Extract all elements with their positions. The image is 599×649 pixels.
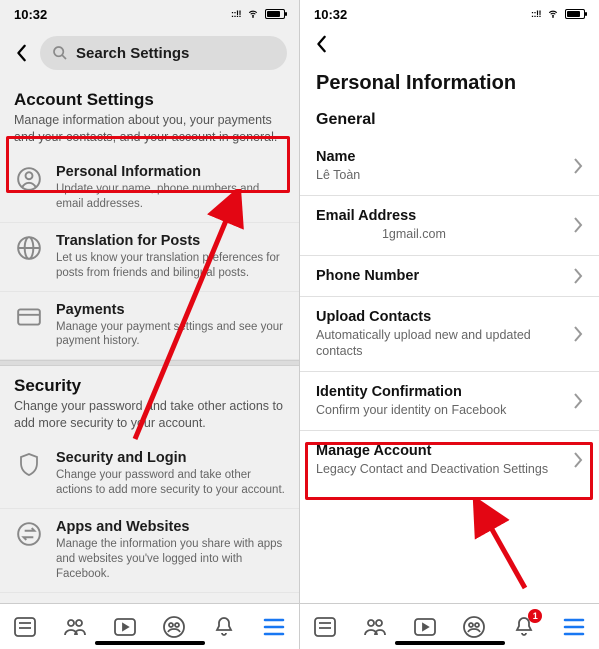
row-name[interactable]: NameLê Toàn — [300, 137, 599, 196]
item-personal-information[interactable]: Personal Information Update your name, p… — [0, 154, 299, 223]
nav-row: Search Settings — [0, 28, 299, 80]
notification-badge: 1 — [528, 609, 542, 623]
page-title: Personal Information — [300, 62, 599, 101]
tab-menu[interactable] — [554, 611, 594, 643]
item-desc: Let us know your translation preferences… — [56, 251, 285, 281]
tab-notifications[interactable] — [204, 611, 244, 643]
left-screenshot: 10:32 ::!! Search Settings Account Setti… — [0, 0, 299, 649]
item-desc: Manage your payment settings and see you… — [56, 320, 285, 350]
row-upload-contacts[interactable]: Upload ContactsAutomatically upload new … — [300, 297, 599, 373]
item-security-login[interactable]: Security and Login Change your password … — [0, 440, 299, 509]
item-title: Apps and Websites — [56, 519, 285, 535]
status-time: 10:32 — [14, 7, 47, 22]
signal-label: ::!! — [531, 9, 541, 19]
home-indicator — [395, 641, 505, 645]
tab-watch[interactable] — [405, 611, 445, 643]
back-button[interactable] — [12, 43, 32, 63]
right-screenshot: 10:32 ::!! Personal Information General … — [300, 0, 599, 649]
tab-friends[interactable] — [355, 611, 395, 643]
section-security: Security Change your password and take o… — [0, 366, 299, 440]
search-icon — [52, 45, 68, 61]
chevron-left-icon — [315, 35, 329, 53]
swap-icon — [14, 519, 44, 549]
chevron-right-icon — [573, 393, 583, 409]
signal-label: ::!! — [231, 9, 241, 19]
item-desc: Update your name, phone numbers and emai… — [56, 182, 285, 212]
globe-icon — [14, 233, 44, 263]
section-label-general: General — [300, 101, 599, 137]
row-email[interactable]: Email Address 1gmail.com — [300, 196, 599, 255]
item-translation[interactable]: Translation for Posts Let us know your t… — [0, 223, 299, 292]
tab-groups[interactable] — [454, 611, 494, 643]
row-manage-account[interactable]: Manage AccountLegacy Contact and Deactiv… — [300, 431, 599, 489]
chevron-right-icon — [573, 326, 583, 342]
status-bar: 10:32 ::!! — [0, 0, 299, 28]
tab-notifications[interactable]: 1 — [504, 611, 544, 643]
tab-watch[interactable] — [105, 611, 145, 643]
tab-feed[interactable] — [5, 611, 45, 643]
item-desc: Change your password and take other acti… — [56, 468, 285, 498]
chevron-right-icon — [573, 217, 583, 233]
chevron-right-icon — [573, 158, 583, 174]
person-icon — [14, 164, 44, 194]
search-label: Search Settings — [76, 45, 189, 62]
shield-icon — [14, 450, 44, 480]
section-account-settings: Account Settings Manage information abou… — [0, 80, 299, 154]
item-title: Security and Login — [56, 450, 285, 466]
item-title: Personal Information — [56, 164, 285, 180]
tab-groups[interactable] — [154, 611, 194, 643]
chevron-right-icon — [573, 268, 583, 284]
battery-icon — [265, 9, 285, 19]
battery-icon — [565, 9, 585, 19]
status-bar: 10:32 ::!! — [300, 0, 599, 28]
item-title: Translation for Posts — [56, 233, 285, 249]
tab-feed[interactable] — [305, 611, 345, 643]
row-phone[interactable]: Phone Number — [300, 256, 599, 297]
back-button[interactable] — [312, 34, 332, 54]
wifi-icon — [246, 9, 260, 19]
search-settings-input[interactable]: Search Settings — [40, 36, 287, 70]
status-time: 10:32 — [314, 7, 347, 22]
row-identity-confirmation[interactable]: Identity ConfirmationConfirm your identi… — [300, 372, 599, 431]
card-icon — [14, 302, 44, 332]
tab-menu[interactable] — [254, 611, 294, 643]
home-indicator — [95, 641, 205, 645]
tab-friends[interactable] — [55, 611, 95, 643]
chevron-right-icon — [573, 452, 583, 468]
item-title: Payments — [56, 302, 285, 318]
item-apps-websites[interactable]: Apps and Websites Manage the information… — [0, 509, 299, 593]
item-payments[interactable]: Payments Manage your payment settings an… — [0, 292, 299, 361]
wifi-icon — [546, 9, 560, 19]
item-instant-games[interactable]: Instant Games View and remove Instant Ga… — [0, 593, 299, 603]
item-desc: Manage the information you share with ap… — [56, 537, 285, 582]
chevron-left-icon — [15, 44, 29, 62]
